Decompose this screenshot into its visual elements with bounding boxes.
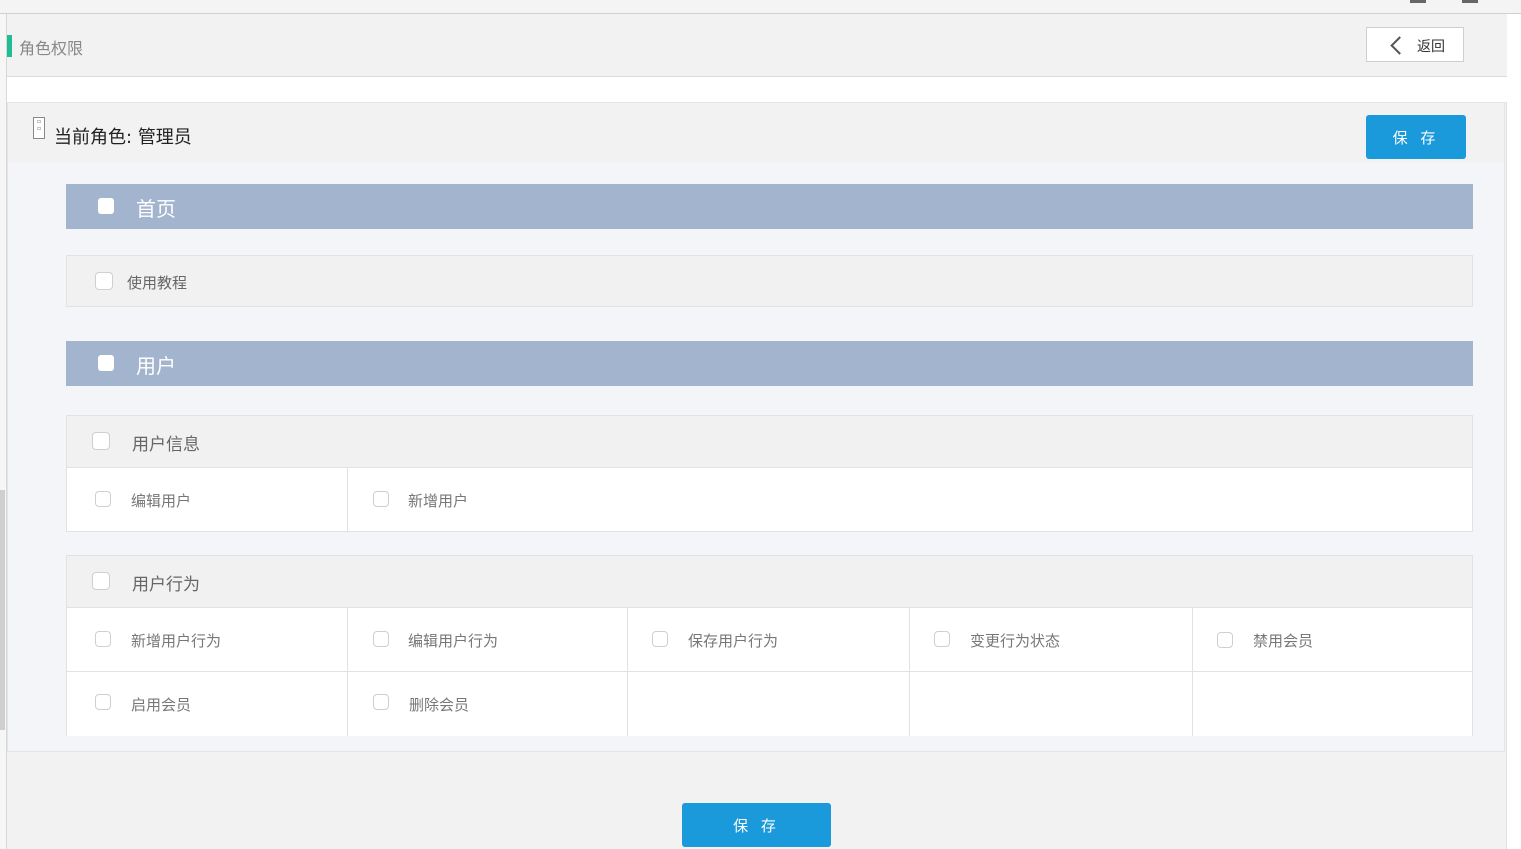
left-frame bbox=[0, 14, 7, 849]
delete-member-checkbox[interactable] bbox=[373, 694, 389, 710]
permission-save-user-behavior: 保存用户行为 bbox=[628, 608, 910, 672]
save-button-bottom[interactable]: 保 存 bbox=[682, 803, 831, 847]
maximize-icon[interactable] bbox=[1462, 0, 1478, 3]
permission-enable-member: 启用会员 bbox=[67, 672, 348, 736]
group-user-behavior-header: 用户行为 bbox=[67, 556, 1472, 608]
window-top-strip bbox=[0, 0, 1521, 14]
tutorial-checkbox[interactable] bbox=[95, 272, 113, 290]
enable-member-label: 启用会员 bbox=[131, 696, 192, 714]
edit-user-checkbox[interactable] bbox=[95, 491, 111, 507]
right-frame bbox=[1506, 14, 1521, 849]
add-user-checkbox[interactable] bbox=[373, 491, 389, 507]
group-user-behavior: 用户行为 新增用户行为 编辑用户行为 保存用户行为 变更行为状态 禁用会员 启用… bbox=[66, 555, 1473, 736]
disable-member-checkbox[interactable] bbox=[1217, 632, 1233, 648]
save-button-top[interactable]: 保 存 bbox=[1366, 115, 1466, 159]
section-user-checkbox[interactable] bbox=[98, 355, 114, 371]
current-role-prefix: 当前角色: bbox=[54, 127, 133, 148]
group-user-info-checkbox[interactable] bbox=[92, 432, 110, 450]
permission-disable-member: 禁用会员 bbox=[1193, 608, 1472, 672]
edit-user-behavior-label: 编辑用户行为 bbox=[408, 632, 499, 650]
add-user-label: 新增用户 bbox=[408, 492, 469, 510]
permission-change-behavior-status: 变更行为状态 bbox=[910, 608, 1193, 672]
left-scrollbar[interactable] bbox=[0, 490, 5, 730]
section-home-checkbox[interactable] bbox=[98, 198, 114, 214]
group-user-info-header: 用户信息 bbox=[67, 416, 1472, 468]
edit-user-label: 编辑用户 bbox=[131, 492, 192, 510]
save-user-behavior-checkbox[interactable] bbox=[652, 631, 668, 647]
tutorial-label: 使用教程 bbox=[127, 274, 188, 292]
section-user-label: 用户 bbox=[136, 354, 176, 378]
edit-user-behavior-checkbox[interactable] bbox=[373, 631, 389, 647]
current-role: 当前角色: 管理员 bbox=[54, 123, 192, 149]
section-home: 首页 bbox=[66, 184, 1473, 229]
change-behavior-status-label: 变更行为状态 bbox=[970, 632, 1061, 650]
save-user-behavior-label: 保存用户行为 bbox=[688, 632, 779, 650]
permission-edit-user-behavior: 编辑用户行为 bbox=[348, 608, 628, 672]
title-accent-bar bbox=[7, 35, 12, 57]
group-user-behavior-label: 用户行为 bbox=[132, 575, 200, 595]
permission-delete-member: 删除会员 bbox=[348, 672, 628, 736]
permissions-panel: ▫ ▫ 当前角色: 管理员 保 存 首页 使用教程 用户 用户信息 编辑用户 新增… bbox=[7, 102, 1505, 752]
group-user-info-label: 用户信息 bbox=[132, 435, 200, 455]
empty-cell bbox=[910, 672, 1193, 736]
group-user-behavior-checkbox[interactable] bbox=[92, 572, 110, 590]
back-button-label: 返回 bbox=[1417, 39, 1445, 55]
chevron-left-icon bbox=[1390, 36, 1409, 55]
section-home-label: 首页 bbox=[136, 197, 176, 221]
permission-add-user: 新增用户 bbox=[348, 468, 1472, 532]
permission-add-user-behavior: 新增用户行为 bbox=[67, 608, 348, 672]
group-user-info: 用户信息 编辑用户 新增用户 bbox=[66, 415, 1473, 532]
add-user-behavior-label: 新增用户行为 bbox=[131, 632, 222, 650]
page-header: 角色权限 返回 bbox=[7, 14, 1507, 77]
panel-header: ▫ ▫ 当前角色: 管理员 保 存 bbox=[8, 103, 1504, 163]
minimize-icon[interactable] bbox=[1410, 0, 1426, 3]
enable-member-checkbox[interactable] bbox=[95, 694, 111, 710]
section-user: 用户 bbox=[66, 341, 1473, 386]
page-title: 角色权限 bbox=[19, 39, 84, 58]
change-behavior-status-checkbox[interactable] bbox=[934, 631, 950, 647]
empty-cell bbox=[1193, 672, 1472, 736]
empty-cell bbox=[628, 672, 910, 736]
add-user-behavior-checkbox[interactable] bbox=[95, 631, 111, 647]
header-spacer bbox=[7, 77, 1507, 102]
permission-row-tutorial: 使用教程 bbox=[66, 255, 1473, 307]
permission-edit-user: 编辑用户 bbox=[67, 468, 348, 532]
role-icon: ▫ ▫ bbox=[33, 117, 45, 139]
disable-member-label: 禁用会员 bbox=[1253, 632, 1314, 650]
back-button[interactable]: 返回 bbox=[1366, 27, 1464, 62]
current-role-name: 管理员 bbox=[137, 127, 192, 148]
delete-member-label: 删除会员 bbox=[409, 696, 470, 714]
